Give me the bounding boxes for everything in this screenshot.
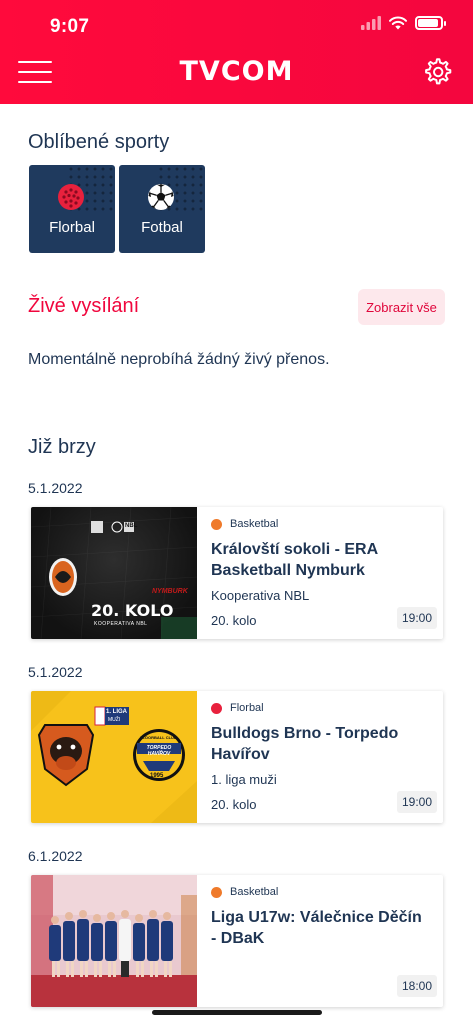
poster-nbl-text: NBL [125, 523, 138, 529]
event-title: Liga U17w: Válečnice Děčín - DBaK [211, 909, 422, 947]
event-sport-label: Basketbal [230, 518, 279, 530]
poster-sub-text: KOOPERATIVA NBL [94, 621, 148, 627]
poster-brand-text: NYMBURK [152, 588, 188, 595]
event-time-badge: 19:00 [396, 607, 437, 629]
floorball-icon [58, 184, 84, 210]
event-thumbnail: 20. KOLO KOOPERATIVA NBL NYMBURK NBL [31, 507, 197, 639]
event-round: 20. kolo [211, 613, 257, 628]
basketball-icon [211, 518, 222, 530]
event-sport: Basketbal [211, 886, 278, 898]
event-league: Kooperativa NBL [211, 588, 310, 603]
event-sport: Florbal [211, 702, 264, 714]
event-time-badge: 19:00 [396, 791, 437, 813]
team-photo-graphic [31, 875, 197, 1007]
settings-gear-icon[interactable] [421, 56, 453, 88]
poster-round-text: 20. KOLO [91, 601, 174, 620]
wifi-icon [389, 16, 407, 30]
battery-icon [415, 16, 446, 30]
football-icon [148, 184, 174, 210]
basketball-icon [211, 886, 222, 898]
event-title: Bulldogs Brno - Torpedo Havířov [211, 725, 399, 763]
status-time: 9:07 [50, 16, 90, 37]
event-date: 5.1.2022 [28, 664, 83, 680]
home-indicator [152, 1010, 322, 1015]
event-sport-label: Florbal [230, 702, 264, 714]
upcoming-title: Již brzy [28, 436, 96, 458]
event-card[interactable]: 20. KOLO KOOPERATIVA NBL NYMBURK NBL Bas… [31, 507, 443, 639]
event-date: 6.1.2022 [28, 848, 83, 864]
favorite-sport-floorball[interactable]: Florbal [29, 165, 115, 253]
app-logo: TVCOM [179, 56, 294, 87]
event-time-badge: 18:00 [396, 975, 437, 997]
show-all-button[interactable]: Zobrazit vše [358, 289, 445, 325]
poster-torpedo-text: TORPEDO HAVÍŘOV [146, 745, 172, 757]
event-card[interactable]: Basketbal Liga U17w: Válečnice Děčín - D… [31, 875, 443, 1007]
status-icons [361, 16, 446, 30]
event-sport-label: Basketbal [230, 886, 279, 898]
event-date: 5.1.2022 [28, 480, 83, 496]
poster-year-text: 1995 [150, 773, 164, 779]
poster-liga-text: 1. LIGA [106, 709, 128, 715]
event-card[interactable]: 1. LIGA MUŽI FLOORBALL CLUB TORPEDO HAVÍ… [31, 691, 443, 823]
event-sport: Basketbal [211, 518, 278, 530]
event-round: 20. kolo [211, 797, 257, 812]
favorites-title: Oblíbené sporty [28, 131, 170, 153]
favorite-sport-label: Fotbal [141, 219, 183, 236]
event-title: Královští sokoli - ERA Basketball Nymbur… [211, 541, 378, 579]
floorball-icon [211, 702, 222, 714]
no-live-message: Momentálně neprobíhá žádný živý přenos. [28, 351, 330, 368]
live-title: Živé vysílání [28, 295, 140, 317]
event-thumbnail [31, 875, 197, 1007]
favorite-sport-label: Florbal [49, 219, 95, 236]
favorite-sport-football[interactable]: Fotbal [119, 165, 205, 253]
poster-club-text: FLOORBALL CLUB [140, 735, 177, 740]
poster-muzi-text: MUŽI [108, 717, 121, 723]
event-thumbnail: 1. LIGA MUŽI FLOORBALL CLUB TORPEDO HAVÍ… [31, 691, 197, 823]
app-header: 9:07 TVCOM [0, 0, 473, 104]
signal-icon [361, 16, 381, 30]
event-league: 1. liga muži [211, 772, 277, 787]
